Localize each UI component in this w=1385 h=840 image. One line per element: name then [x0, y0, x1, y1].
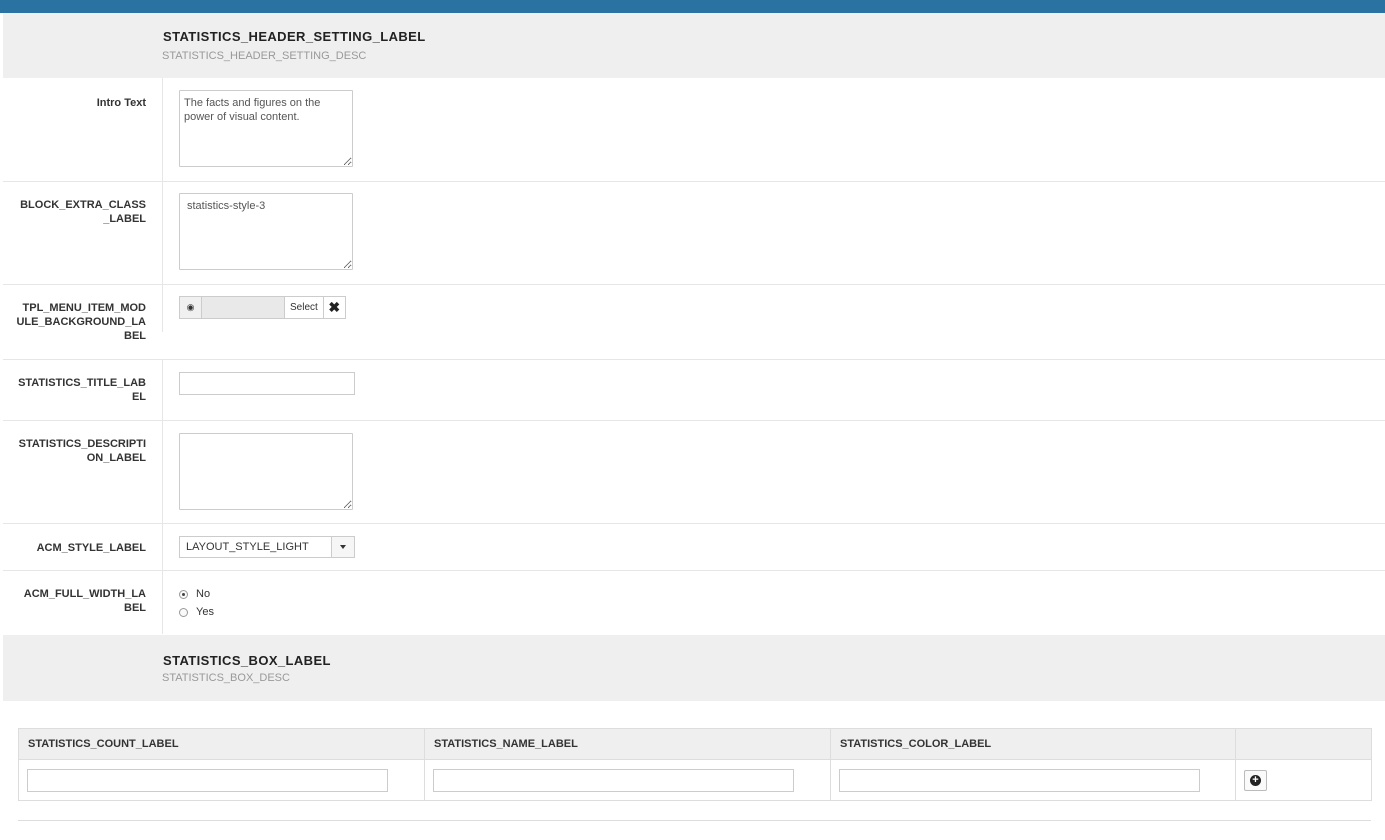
column-header-color: STATISTICS_COLOR_LABEL	[830, 728, 1236, 760]
field-label: Intro Text	[96, 97, 146, 109]
section-title: STATISTICS_BOX_LABEL	[163, 653, 331, 668]
field-row-intro-text: Intro Text The facts and figures on the …	[3, 78, 1385, 182]
field-label: BLOCK_EXTRA_CLASS_LABEL	[20, 199, 146, 225]
section-desc: STATISTICS_BOX_DESC	[162, 672, 290, 684]
field-row-statistics-description: STATISTICS_DESCRIPTION_LABEL	[3, 421, 1385, 524]
column-header-name: STATISTICS_NAME_LABEL	[424, 728, 831, 760]
field-row-background: TPL_MENU_ITEM_MODULE_BACKGROUND_LABEL ◉ …	[3, 285, 1385, 360]
radio-label: No	[196, 588, 211, 600]
add-row-button[interactable]: +	[1244, 769, 1267, 791]
radio-label: Yes	[196, 606, 214, 618]
field-label: ACM_FULL_WIDTH_LABEL	[23, 588, 146, 614]
field-row-block-extra-class: BLOCK_EXTRA_CLASS_LABEL statistics-style…	[3, 182, 1385, 285]
field-label: ACM_STYLE_LABEL	[36, 542, 146, 554]
statistics-description-textarea[interactable]	[179, 433, 353, 510]
media-path-input[interactable]	[201, 296, 284, 319]
eye-icon[interactable]: ◉	[179, 296, 201, 319]
section-desc: STATISTICS_HEADER_SETTING_DESC	[162, 50, 367, 62]
close-icon[interactable]: ✖	[322, 296, 346, 319]
name-input[interactable]	[433, 768, 794, 792]
field-label: TPL_MENU_ITEM_MODULE_BACKGROUND_LABEL	[16, 302, 146, 342]
column-header-count: STATISTICS_COUNT_LABEL	[18, 728, 425, 760]
plus-circle-icon: +	[1250, 774, 1261, 786]
statistics-box-table: STATISTICS_COUNT_LABEL STATISTICS_NAME_L…	[18, 728, 1372, 801]
intro-text-textarea[interactable]: The facts and figures on the power of vi…	[179, 90, 353, 167]
divider	[18, 820, 1371, 821]
section-title: STATISTICS_HEADER_SETTING_LABEL	[163, 29, 426, 44]
color-input[interactable]	[839, 768, 1200, 792]
count-input[interactable]	[27, 768, 388, 792]
box-section: STATISTICS_BOX_LABEL STATISTICS_BOX_DESC	[3, 635, 1385, 701]
block-extra-class-textarea[interactable]: statistics-style-3	[179, 193, 353, 270]
chevron-down-icon[interactable]	[331, 537, 354, 557]
radio-checked-icon[interactable]	[179, 589, 188, 599]
field-row-statistics-title: STATISTICS_TITLE_LABEL	[3, 360, 1385, 421]
column-header-actions	[1235, 728, 1372, 760]
field-row-full-width: ACM_FULL_WIDTH_LABEL No Yes	[3, 571, 1385, 634]
select-button[interactable]: Select	[284, 296, 323, 319]
style-select[interactable]: LAYOUT_STYLE_LIGHT	[179, 536, 355, 558]
field-label: STATISTICS_TITLE_LABEL	[18, 377, 146, 403]
style-select-value: LAYOUT_STYLE_LIGHT	[186, 541, 309, 553]
statistics-title-input[interactable]	[179, 372, 355, 395]
full-width-radio-yes[interactable]: Yes	[179, 603, 214, 621]
top-accent-bar	[0, 0, 1385, 13]
field-label: STATISTICS_DESCRIPTION_LABEL	[18, 438, 146, 464]
full-width-radio-no[interactable]: No	[179, 585, 214, 603]
field-row-style: ACM_STYLE_LABEL LAYOUT_STYLE_LIGHT	[3, 524, 1385, 571]
radio-unchecked-icon[interactable]	[179, 607, 188, 617]
table-row: +	[18, 759, 1372, 801]
header-setting-section: STATISTICS_HEADER_SETTING_LABEL STATISTI…	[3, 13, 1385, 78]
media-field: ◉ Select ✖	[179, 296, 346, 319]
